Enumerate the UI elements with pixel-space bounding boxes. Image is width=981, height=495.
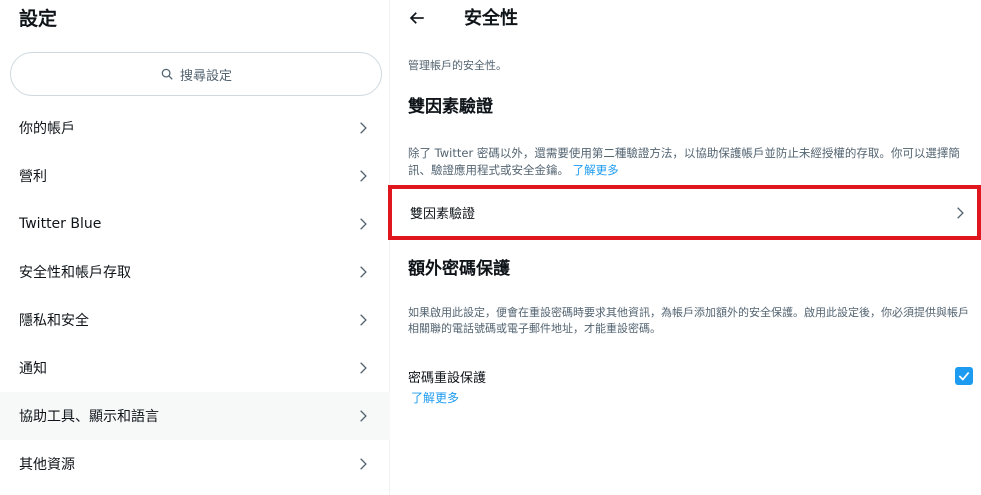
two-factor-description-text: 除了 Twitter 密碼以外，還需要使用第二種驗證方法，以協助保護帳戶並防止未…	[408, 146, 960, 177]
menu-item-label: 協助工具、顯示和語言	[19, 409, 159, 425]
search-settings-input[interactable]: 搜尋設定	[10, 52, 382, 96]
search-icon	[160, 67, 174, 81]
chevron-right-icon	[356, 361, 370, 375]
menu-item-your-account[interactable]: 你的帳戶	[0, 104, 390, 152]
menu-item-label: 隱私和安全	[19, 313, 89, 329]
page-title: 安全性	[464, 8, 518, 29]
chevron-right-icon	[356, 265, 370, 279]
menu-item-twitter-blue[interactable]: Twitter Blue	[0, 200, 390, 248]
page-subtitle: 管理帳戶的安全性。	[408, 59, 507, 72]
chevron-right-icon	[356, 313, 370, 327]
menu-item-additional-resources[interactable]: 其他資源	[0, 440, 390, 488]
menu-item-privacy-safety[interactable]: 隱私和安全	[0, 296, 390, 344]
settings-menu: 你的帳戶 營利 Twitter Blue 安全性和帳戶存取 隱私和安全 通知 協…	[0, 104, 390, 488]
password-protect-learn-more-link[interactable]: 了解更多	[411, 389, 459, 406]
security-panel: 安全性 管理帳戶的安全性。 雙因素驗證 除了 Twitter 密碼以外，還需要使…	[388, 0, 981, 495]
search-placeholder: 搜尋設定	[179, 68, 232, 84]
chevron-right-icon	[356, 169, 370, 183]
menu-item-label: 營利	[19, 169, 47, 185]
chevron-right-icon	[356, 121, 370, 135]
two-factor-row[interactable]: 雙因素驗證	[388, 185, 981, 240]
two-factor-heading: 雙因素驗證	[408, 97, 493, 117]
extra-password-description: 如果啟用此設定，便會在重設密碼時要求其他資訊，為帳戶添加額外的安全保護。啟用此設…	[408, 306, 969, 335]
menu-item-label: 其他資源	[19, 457, 75, 473]
menu-item-security-account-access[interactable]: 安全性和帳戶存取	[0, 248, 390, 296]
panel-header: 安全性	[391, 0, 981, 40]
settings-title: 設定	[19, 8, 58, 30]
two-factor-row-label: 雙因素驗證	[410, 207, 476, 222]
chevron-right-icon	[356, 217, 370, 231]
back-arrow-icon[interactable]	[408, 9, 426, 27]
menu-item-label: 你的帳戶	[19, 121, 75, 137]
password-reset-protect-checkbox[interactable]	[955, 367, 973, 385]
two-factor-learn-more-link[interactable]: 了解更多	[573, 163, 619, 177]
settings-sidebar: 設定 搜尋設定 你的帳戶 營利 Twitter Blue 安全性和帳戶存取 隱私…	[0, 0, 390, 495]
two-factor-description: 除了 Twitter 密碼以外，還需要使用第二種驗證方法，以協助保護帳戶並防止未…	[408, 145, 973, 179]
menu-item-accessibility-display-languages[interactable]: 協助工具、顯示和語言	[0, 392, 390, 440]
extra-password-heading: 額外密碼保護	[408, 259, 510, 279]
password-reset-protect-label: 密碼重設保護	[408, 370, 487, 386]
menu-item-notifications[interactable]: 通知	[0, 344, 390, 392]
chevron-right-icon	[953, 206, 967, 220]
chevron-right-icon	[356, 409, 370, 423]
menu-item-label: 通知	[19, 361, 47, 377]
menu-item-monetization[interactable]: 營利	[0, 152, 390, 200]
menu-item-label: 安全性和帳戶存取	[19, 265, 131, 281]
chevron-right-icon	[356, 457, 370, 471]
menu-item-label: Twitter Blue	[19, 216, 102, 232]
password-reset-protect-row[interactable]: 密碼重設保護	[408, 366, 973, 386]
